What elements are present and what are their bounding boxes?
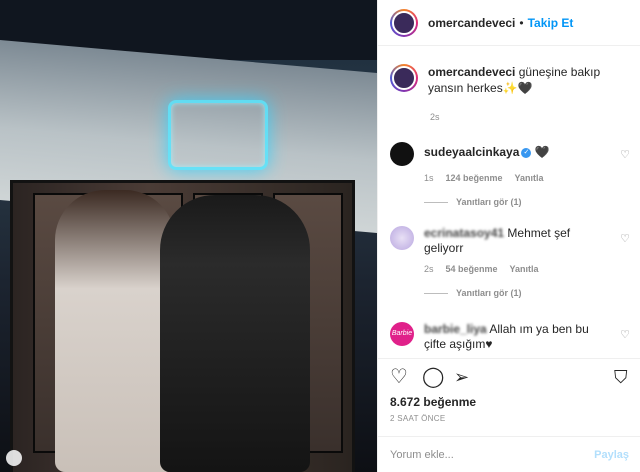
comment-avatar[interactable] [390,142,414,166]
view-replies[interactable]: Yanıtları gör (1) [424,288,636,298]
comment-item: Barbie barbie_liya Allah ım ya ben bu çi… [390,322,636,352]
comment-item: sudeyaalcinkaya ✓ 🖤 ♡ 1s 124 beğenme Yanı… [390,142,636,207]
paper-plane-icon[interactable]: ➢ [454,367,469,387]
caption-avatar[interactable] [390,64,418,92]
comment-input[interactable]: Yorum ekle... [390,449,454,461]
small-heart-icon[interactable]: ♡ [620,328,630,341]
post-comment-button[interactable]: Paylaş [594,449,629,461]
comment-box: Yorum ekle... Paylaş [378,436,640,472]
post-photo[interactable] [0,0,377,472]
action-bar: ♡ ◯ ➢ ⛉ [378,358,640,393]
comment-avatar[interactable] [390,226,414,250]
bookmark-icon[interactable]: ⛉ [614,367,628,387]
follow-button[interactable]: Takip Et [528,16,574,30]
small-heart-icon[interactable]: ♡ [620,148,630,161]
comment-username[interactable]: ecrinatasoy41 [424,226,504,240]
reply-button[interactable]: Yanıtla [515,173,544,183]
caption: omercandeveci güneşine bakıp yansın herk… [390,64,636,122]
small-heart-icon[interactable]: ♡ [620,232,630,245]
reply-button[interactable]: Yanıtla [510,264,539,274]
comment-text: 🖤 [534,145,550,159]
comment-username[interactable]: barbie_liya [424,322,487,336]
caption-username[interactable]: omercandeveci [428,65,515,79]
avatar[interactable] [390,8,418,37]
caption-time[interactable]: 2s [430,112,440,122]
comment-time[interactable]: 1s [424,173,434,183]
post-header: omercandeveci • Takip Et [378,0,640,46]
separator-dot: • [519,15,524,30]
header-username[interactable]: omercandeveci [428,16,515,30]
view-replies[interactable]: Yanıtları gör (1) [424,197,636,207]
comment-likes[interactable]: 54 beğenme [446,264,498,274]
like-count[interactable]: 8.672 beğenme [390,395,476,409]
tag-icon[interactable] [6,450,22,466]
comment-avatar[interactable]: Barbie [390,322,414,346]
person-left [55,190,175,472]
comment-icon[interactable]: ◯ [422,367,444,387]
verified-badge-icon: ✓ [521,147,532,158]
posted-ago[interactable]: 2 SAAT ÖNCE [390,414,445,423]
comment-username[interactable]: sudeyaalcinkaya [424,145,519,159]
comment-time[interactable]: 2s [424,264,434,274]
comment-item: ecrinatasoy41 Mehmet şef geliyorr ♡ 2s 5… [390,226,636,298]
comment-likes[interactable]: 124 beğenme [446,173,503,183]
heart-icon[interactable]: ♡ [390,367,408,387]
post-sidebar: omercandeveci • Takip Et omercandeveci g… [377,0,640,472]
neon-sign [168,100,268,170]
person-right [160,195,310,472]
